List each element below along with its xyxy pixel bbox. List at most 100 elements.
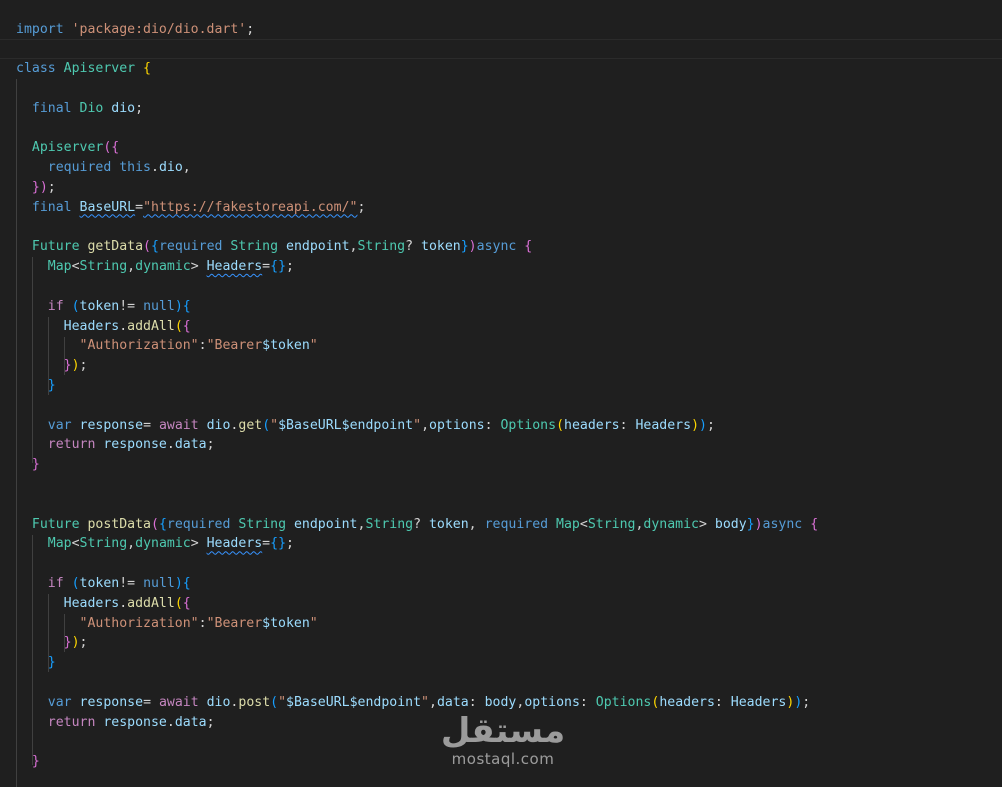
code-line[interactable]: }); — [0, 356, 1002, 376]
code-line[interactable]: Headers.addAll({ — [0, 594, 1002, 614]
code-token: ( — [71, 575, 80, 591]
code-line[interactable]: if (token!= null){ — [0, 574, 1002, 594]
code-line[interactable] — [0, 396, 1002, 416]
code-token: ) — [71, 358, 80, 374]
code-line[interactable] — [0, 554, 1002, 574]
code-token: Map — [16, 259, 72, 275]
code-token: body — [484, 694, 517, 710]
code-line[interactable]: "Authorization":"Bearer$token" — [0, 336, 1002, 356]
code-token: token — [79, 298, 120, 314]
code-line-text: var response= await dio.get("$BaseURL$en… — [16, 416, 715, 436]
code-line[interactable] — [0, 39, 1002, 60]
code-line[interactable]: } — [0, 653, 1002, 673]
code-line[interactable] — [0, 673, 1002, 693]
code-line[interactable]: final BaseURL="https://fakestoreapi.com/… — [0, 198, 1002, 218]
code-line[interactable]: }); — [0, 178, 1002, 198]
code-token: : — [484, 417, 501, 433]
code-token: ({ — [103, 140, 120, 156]
code-token: "Bearer — [206, 338, 263, 354]
code-line[interactable]: Headers.addAll({ — [0, 317, 1002, 337]
code-token: , — [127, 259, 136, 275]
code-token: ( — [556, 417, 565, 433]
code-token: : — [619, 417, 636, 433]
code-line[interactable]: class Apiserver { — [0, 59, 1002, 79]
code-token: await — [158, 694, 207, 710]
code-token: { — [151, 239, 159, 255]
code-token: ( — [174, 318, 183, 334]
code-line[interactable] — [0, 79, 1002, 99]
code-line[interactable]: required this.dio, — [0, 158, 1002, 178]
code-line[interactable]: Future postData({required String endpoin… — [0, 515, 1002, 535]
code-token: post — [238, 694, 271, 710]
code-line[interactable]: } — [0, 455, 1002, 475]
indent-guide — [32, 535, 33, 765]
code-line[interactable] — [0, 495, 1002, 515]
code-line[interactable]: final Dio dio; — [0, 99, 1002, 119]
code-line[interactable]: } — [0, 376, 1002, 396]
code-token: Headers — [206, 259, 263, 275]
code-line-text: return response.data; — [16, 435, 215, 455]
code-token: } — [460, 239, 469, 255]
code-token: ( — [143, 239, 151, 255]
code-token: ) — [71, 635, 80, 651]
code-token: get — [238, 417, 263, 433]
code-token: : — [198, 615, 207, 631]
code-line-text: class Apiserver { — [16, 59, 151, 79]
code-line[interactable]: Map<String,dynamic> Headers={}; — [0, 534, 1002, 554]
code-token: } — [16, 457, 40, 473]
code-line[interactable]: }); — [0, 633, 1002, 653]
code-token: ; — [246, 21, 255, 37]
code-token: Headers — [206, 536, 263, 552]
code-line[interactable] — [0, 277, 1002, 297]
code-line-text: required this.dio, — [16, 158, 191, 178]
code-line-text: final BaseURL="https://fakestoreapi.com/… — [16, 198, 366, 218]
code-line[interactable] — [0, 119, 1002, 139]
code-line-text: import 'package:dio/dio.dart'; — [16, 20, 254, 40]
indent-guide — [48, 317, 49, 395]
watermark-arabic-text: مستقل — [440, 711, 566, 751]
code-token: ; — [135, 100, 144, 116]
code-line[interactable]: "Authorization":"Bearer$token" — [0, 614, 1002, 634]
code-token: var — [16, 417, 80, 433]
code-token: String — [238, 516, 294, 532]
code-line[interactable] — [0, 218, 1002, 238]
code-line-text: "Authorization":"Bearer$token" — [16, 336, 318, 356]
code-token: final — [16, 100, 80, 116]
code-token: ; — [357, 199, 366, 215]
code-line[interactable]: import 'package:dio/dio.dart'; — [0, 20, 1002, 40]
code-line[interactable]: Apiserver({ — [0, 138, 1002, 158]
code-token: return — [16, 437, 104, 453]
code-line[interactable]: if (token!= null){ — [0, 297, 1002, 317]
code-line-text: }); — [16, 178, 56, 198]
code-line[interactable] — [0, 475, 1002, 495]
code-token: ) — [699, 417, 707, 433]
code-token: var — [16, 694, 80, 710]
code-token: Apiserver — [16, 140, 104, 156]
code-token: 'package:dio/dio.dart' — [71, 21, 247, 37]
code-line[interactable]: var response= await dio.get("$BaseURL$en… — [0, 416, 1002, 436]
code-token: endpoint — [286, 239, 350, 255]
code-token: response — [79, 417, 144, 433]
code-line[interactable]: Future getData({required String endpoint… — [0, 237, 1002, 257]
code-token: data — [174, 714, 207, 730]
code-token: ) — [754, 516, 763, 532]
code-token: Headers — [730, 694, 787, 710]
code-token: $endpoint — [341, 417, 414, 433]
code-token: Future — [16, 239, 88, 255]
code-token: ; — [802, 694, 811, 710]
code-editor[interactable]: import 'package:dio/dio.dart'; class Apis… — [0, 0, 1002, 787]
code-line[interactable]: return response.data; — [0, 435, 1002, 455]
code-token: > — [190, 259, 207, 275]
indent-guide — [32, 257, 33, 463]
code-line[interactable]: var response= await dio.post("$BaseURL$e… — [0, 693, 1002, 713]
code-line[interactable]: Map<String,dynamic> Headers={}; — [0, 257, 1002, 277]
code-token: class — [16, 61, 64, 77]
code-token: data — [174, 437, 207, 453]
code-token: Map — [556, 516, 580, 532]
code-token: dynamic — [135, 536, 191, 552]
code-token: required — [166, 516, 239, 532]
code-token: token — [79, 575, 120, 591]
code-token: $token — [262, 338, 310, 354]
code-token: ? — [405, 239, 422, 255]
code-token: ( — [71, 298, 80, 314]
